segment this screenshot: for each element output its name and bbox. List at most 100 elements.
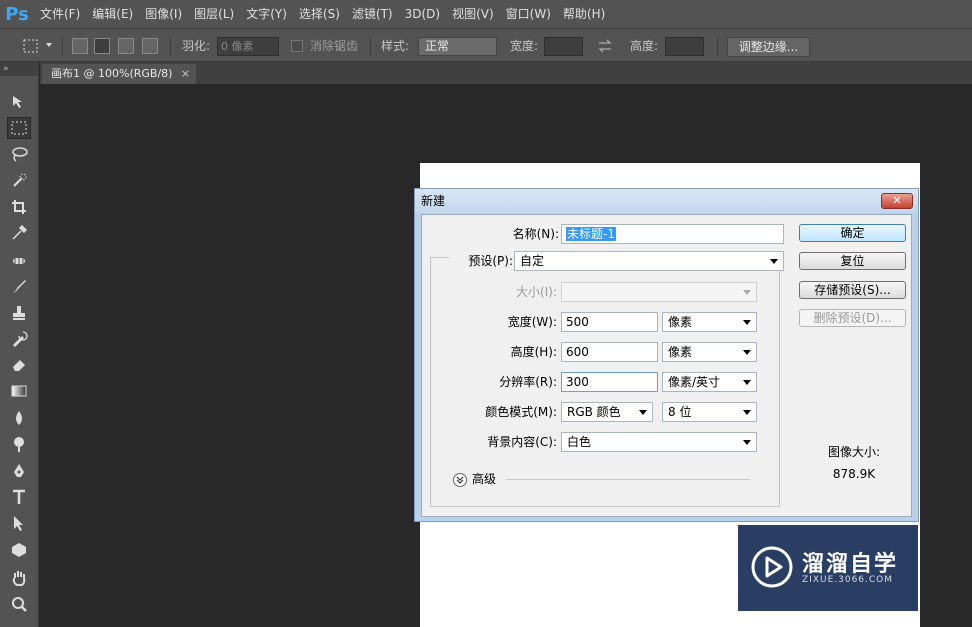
new-selection-icon[interactable] <box>72 38 88 54</box>
advanced-label[interactable]: 高级 <box>472 469 496 489</box>
move-tool-icon[interactable] <box>7 91 31 113</box>
brush-tool-icon[interactable] <box>7 276 31 298</box>
options-separator <box>717 36 718 56</box>
dialog-body: 名称(N): 未标题-1 预设(P): 自定 大小(I): 宽度(W): 500… <box>421 214 912 517</box>
background-select[interactable]: 白色 <box>561 432 757 452</box>
new-document-dialog: 新建 ✕ 名称(N): 未标题-1 预设(P): 自定 大小(I): 宽度(W)… <box>414 188 919 522</box>
menu-item[interactable]: 帮助(H) <box>557 0 611 28</box>
path-select-tool-icon[interactable] <box>7 512 31 534</box>
height-unit-select[interactable]: 像素 <box>662 342 757 362</box>
name-label: 名称(N): <box>512 227 559 241</box>
dialog-close-button[interactable]: ✕ <box>881 193 913 209</box>
options-bar: 羽化: 0 像素 消除锯齿 样式: 正常 宽度: 高度: 调整边缘... <box>0 28 972 62</box>
dodge-tool-icon[interactable] <box>7 433 31 455</box>
width-input[interactable]: 500 <box>561 312 658 332</box>
clone-stamp-tool-icon[interactable] <box>7 302 31 324</box>
shape-tool-icon[interactable] <box>7 539 31 561</box>
watermark-title: 溜溜自学 <box>802 552 899 577</box>
eraser-tool-icon[interactable] <box>7 353 31 375</box>
delete-preset-button: 删除预设(D)... <box>799 309 906 327</box>
refine-edge-button[interactable]: 调整边缘... <box>727 37 810 57</box>
menu-item[interactable]: 文件(F) <box>34 0 86 28</box>
hand-tool-icon[interactable] <box>7 567 31 589</box>
background-value: 白色 <box>567 435 592 449</box>
name-input[interactable]: 未标题-1 <box>561 224 784 244</box>
ok-button[interactable]: 确定 <box>799 224 906 242</box>
advanced-divider <box>506 479 750 480</box>
feather-input[interactable]: 0 像素 <box>217 37 279 56</box>
antialias-label: 消除锯齿 <box>310 39 359 53</box>
photoshop-logo: Ps <box>5 3 29 25</box>
save-preset-button[interactable]: 存储预设(S)... <box>799 281 906 299</box>
size-select <box>561 282 757 302</box>
width-input[interactable] <box>544 37 583 56</box>
tool-preset-dropdown-icon[interactable] <box>46 43 52 47</box>
feather-label: 羽化: <box>182 39 211 53</box>
healing-brush-tool-icon[interactable] <box>7 250 31 272</box>
crop-tool-icon[interactable] <box>7 196 31 218</box>
preset-label: 预设(P): <box>449 251 513 271</box>
expand-advanced-icon[interactable] <box>453 473 467 487</box>
height-unit-value: 像素 <box>668 345 693 359</box>
subtract-selection-icon[interactable] <box>118 38 134 54</box>
height-label: 高度(H): <box>510 345 557 359</box>
style-select-value: 正常 <box>425 39 450 53</box>
watermark-url: ZIXUE.3066.COM <box>802 575 894 585</box>
watermark: 溜溜自学 ZIXUE.3066.COM <box>738 525 918 611</box>
gradient-tool-icon[interactable] <box>7 380 31 402</box>
tool-preset-icon[interactable] <box>22 37 40 55</box>
type-tool-icon[interactable] <box>7 486 31 508</box>
menu-item[interactable]: 滤镜(T) <box>346 0 399 28</box>
resolution-unit-select[interactable]: 像素/英寸 <box>662 372 757 392</box>
menu-item[interactable]: 视图(V) <box>446 0 500 28</box>
height-input[interactable]: 600 <box>561 342 658 362</box>
dropdown-arrow-icon <box>743 290 751 295</box>
menu-item[interactable]: 图像(I) <box>139 0 188 28</box>
document-tab[interactable]: 画布1 @ 100%(RGB/8) × <box>42 64 196 84</box>
quick-select-tool-icon[interactable] <box>7 170 31 192</box>
size-label: 大小(I): <box>516 285 557 299</box>
eyedropper-tool-icon[interactable] <box>7 222 31 244</box>
menu-item[interactable]: 选择(S) <box>293 0 346 28</box>
height-label: 高度: <box>630 39 659 53</box>
height-input[interactable] <box>665 37 704 56</box>
style-select[interactable]: 正常 <box>418 37 497 56</box>
dialog-titlebar[interactable]: 新建 ✕ <box>415 189 918 213</box>
reset-button[interactable]: 复位 <box>799 252 906 270</box>
dropdown-arrow-icon <box>770 259 778 264</box>
pen-tool-icon[interactable] <box>7 460 31 482</box>
resolution-unit-value: 像素/英寸 <box>668 375 721 389</box>
marquee-tool-icon[interactable] <box>7 117 31 139</box>
antialias-checkbox[interactable] <box>291 40 303 52</box>
lasso-tool-icon[interactable] <box>7 143 31 165</box>
preset-select-value: 自定 <box>520 254 545 268</box>
menu-item[interactable]: 窗口(W) <box>500 0 557 28</box>
swap-icon[interactable] <box>597 38 613 54</box>
color-mode-select[interactable]: RGB 颜色 <box>561 402 653 422</box>
preset-select[interactable]: 自定 <box>514 251 784 271</box>
dropdown-arrow-icon <box>743 380 751 385</box>
toolbar-collapse[interactable]: » <box>0 62 39 76</box>
dropdown-arrow-icon <box>743 350 751 355</box>
zoom-tool-icon[interactable] <box>7 593 31 615</box>
close-tab-icon[interactable]: × <box>181 64 190 83</box>
options-separator <box>170 36 171 56</box>
add-selection-icon[interactable] <box>94 38 110 54</box>
name-input-value: 未标题-1 <box>566 227 616 241</box>
image-size-value: 878.9K <box>832 467 876 481</box>
menu-items: 文件(F) 编辑(E) 图像(I) 图层(L) 文字(Y) 选择(S) 滤镜(T) 3D(D)… <box>34 0 611 28</box>
menu-item[interactable]: 3D(D) <box>399 0 446 28</box>
color-mode-value: RGB 颜色 <box>567 405 621 419</box>
bit-depth-select[interactable]: 8 位 <box>662 402 757 422</box>
width-unit-select[interactable]: 像素 <box>662 312 757 332</box>
blur-tool-icon[interactable] <box>7 407 31 429</box>
intersect-selection-icon[interactable] <box>142 38 158 54</box>
resolution-input[interactable]: 300 <box>561 372 658 392</box>
image-size-label: 图像大小: <box>827 445 881 459</box>
menu-item[interactable]: 文字(Y) <box>240 0 293 28</box>
menu-bar: Ps 文件(F) 编辑(E) 图像(I) 图层(L) 文字(Y) 选择(S) 滤镜(T) 3D… <box>0 0 972 28</box>
dropdown-arrow-icon <box>639 410 647 415</box>
menu-item[interactable]: 图层(L) <box>188 0 240 28</box>
menu-item[interactable]: 编辑(E) <box>86 0 139 28</box>
history-brush-tool-icon[interactable] <box>7 328 31 350</box>
